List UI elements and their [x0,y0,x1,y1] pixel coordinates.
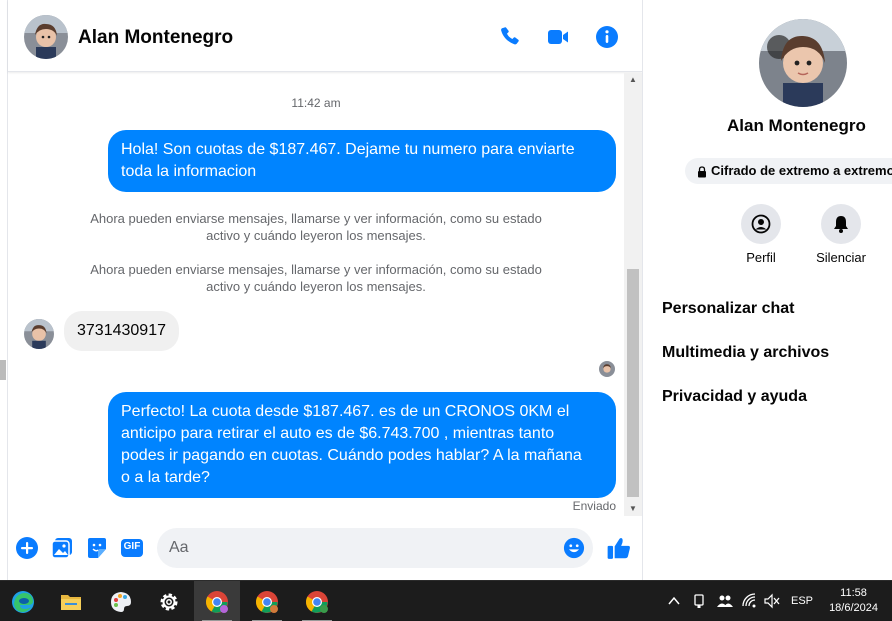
outgoing-message[interactable]: Hola! Son cuotas de $187.467. Dejame tu … [108,130,616,192]
clock-date: 18/6/2024 [829,602,878,614]
profile-button[interactable] [741,204,781,244]
gif-label: GIF [123,541,141,552]
system-notice-line: Ahora pueden enviarse mensajes, llamarse… [90,211,542,226]
message-line: anticipo para retirar el auto es de $6.7… [121,425,555,442]
left-edge-strip [0,0,8,580]
sender-avatar[interactable] [24,319,54,349]
file-explorer-icon [61,595,81,610]
mute-label: Silenciar [816,250,866,265]
taskbar-edge[interactable] [0,581,46,621]
device-icon[interactable] [692,593,706,609]
message-line: toda la informacion [121,163,257,180]
emoji-icon[interactable] [563,537,585,559]
read-receipt-avatar [599,361,615,377]
like-icon[interactable] [606,535,632,561]
contact-avatar[interactable] [24,15,68,59]
wifi-icon[interactable] [742,593,758,609]
taskbar-chrome-3[interactable] [294,581,340,621]
clock-time: 11:58 [840,587,867,599]
contact-name[interactable]: Alan Montenegro [78,27,233,49]
taskbar-chrome-active[interactable] [194,581,240,621]
encryption-text: Cifrado de extremo a extremo [711,163,892,178]
privacy-help-item[interactable]: Privacidad y ayuda [662,388,807,406]
volume-muted-icon[interactable] [763,593,781,609]
customize-chat-item[interactable]: Personalizar chat [662,300,795,318]
system-notice: Ahora pueden enviarse mensajes, llamarse… [78,210,554,244]
screen: Alan Montenegro 11:42 am Hola! Son cuota… [0,0,892,621]
message-line: o a la tarde? [121,469,210,486]
sticker-icon[interactable] [85,536,109,560]
message-line: Hola! Son cuotas de $187.467. Dejame tu … [121,141,575,158]
scroll-down-arrow[interactable]: ▼ [624,502,642,516]
media-files-item[interactable]: Multimedia y archivos [662,344,829,362]
chevron-up-icon[interactable] [667,594,681,608]
edge-icon [12,591,34,613]
taskbar-chrome-2[interactable] [244,581,290,621]
bell-icon [834,216,848,233]
profile-icon [751,214,771,234]
taskbar-file-explorer[interactable] [48,581,94,621]
scroll-up-arrow[interactable]: ▲ [624,73,642,87]
add-icon[interactable] [15,536,39,560]
message-scrollbar[interactable]: ▲ ▼ [624,73,642,516]
profile-name: Alan Montenegro [727,116,866,135]
message-line: Perfecto! La cuota desde $187.467. es de… [121,403,570,420]
clock[interactable]: 11:58 18/6/2024 [829,586,878,616]
chat-window: Alan Montenegro 11:42 am Hola! Son cuota… [8,0,642,580]
gif-icon[interactable]: GIF [120,536,144,560]
message-list: 11:42 am Hola! Son cuotas de $187.467. D… [8,73,628,516]
left-strip-marker [0,360,6,380]
message-composer: GIF [8,516,642,580]
mute-button[interactable] [821,204,861,244]
message-input-container [157,528,593,568]
info-icon[interactable] [595,25,619,49]
outgoing-message[interactable]: Perfecto! La cuota desde $187.467. es de… [108,392,616,498]
incoming-message[interactable]: 3731430917 [64,311,179,351]
lock-icon [698,165,706,178]
language-indicator[interactable]: ESP [791,595,813,621]
taskbar-paint[interactable] [98,581,144,621]
chrome-icon [206,591,228,613]
scrollbar-thumb[interactable] [627,269,639,497]
conversation-info-panel: Alan Montenegro Cifrado de extremo a ext… [642,0,892,580]
windows-taskbar: ESP 11:58 18/6/2024 [0,580,892,621]
message-line: podes ir pagando en cuotas. Cuándo podes… [121,447,582,464]
phone-icon[interactable] [498,25,522,49]
chrome-icon [306,591,328,613]
chrome-icon [256,591,278,613]
message-input[interactable] [169,528,549,568]
system-notice-line: activo y cuándo leyeron los mensajes. [206,228,426,243]
profile-label: Perfil [746,250,776,265]
settings-icon [160,593,178,611]
taskbar-settings[interactable] [146,581,192,621]
message-timestamp: 11:42 am [291,96,341,110]
message-status: Enviado [572,499,616,513]
system-notice: Ahora pueden enviarse mensajes, llamarse… [78,261,554,295]
people-icon[interactable] [716,593,734,609]
video-camera-icon[interactable] [546,25,570,49]
paint-icon [111,592,131,612]
system-notice-line: Ahora pueden enviarse mensajes, llamarse… [90,262,542,277]
system-notice-line: activo y cuándo leyeron los mensajes. [206,279,426,294]
image-icon[interactable] [50,536,74,560]
chat-header: Alan Montenegro [8,0,642,72]
profile-avatar[interactable] [759,19,847,107]
encryption-badge[interactable]: Cifrado de extremo a extremo [685,158,892,184]
